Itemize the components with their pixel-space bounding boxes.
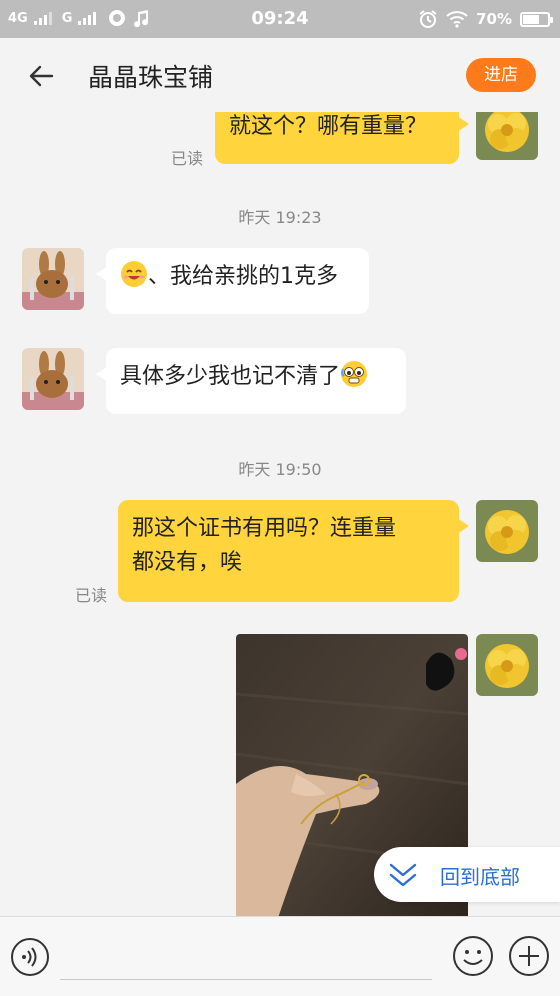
- message-text-line: 都没有，唉: [132, 550, 243, 575]
- my-avatar[interactable]: [476, 500, 538, 562]
- flower-avatar-image: [476, 112, 538, 160]
- flower-avatar-image: [476, 500, 538, 562]
- chat-area[interactable]: 就这个？哪有重量？ 已读 昨天 19:23 、我给亲挑的1克多 具体多少我也记不…: [0, 112, 560, 916]
- read-receipt: 已读: [75, 586, 108, 605]
- shop-avatar[interactable]: [22, 348, 84, 410]
- plus-icon[interactable]: [508, 935, 550, 977]
- message-input[interactable]: [60, 979, 432, 980]
- shop-avatar[interactable]: [22, 248, 84, 310]
- message-text: 具体多少我也记不清了: [120, 364, 341, 389]
- wifi-icon: [446, 11, 468, 28]
- enter-shop-button[interactable]: 进店: [466, 58, 536, 92]
- system-indicators: 70%: [418, 9, 553, 29]
- message-bubble-incoming[interactable]: 具体多少我也记不清了: [96, 348, 406, 414]
- message-timestamp: 昨天 19:23: [238, 208, 322, 227]
- my-avatar[interactable]: [476, 112, 538, 160]
- message-text: 、我给亲挑的1克多: [148, 264, 338, 289]
- input-bar: [0, 916, 560, 996]
- message-bubble-incoming[interactable]: 、我给亲挑的1克多: [96, 248, 369, 314]
- rabbit-avatar-image: [22, 248, 84, 310]
- status-bar: 4G G 09:24 70%: [0, 0, 560, 38]
- message-bubble-outgoing[interactable]: 就这个？哪有重量？: [215, 112, 469, 164]
- message-bubble-outgoing[interactable]: 那这个证书有用吗？连重量 都没有，唉: [118, 500, 469, 602]
- back-to-bottom-label: 回到底部: [440, 865, 520, 889]
- message-timestamp: 昨天 19:50: [238, 460, 322, 479]
- smiling-emoji-icon: [121, 261, 147, 287]
- rabbit-avatar-image: [22, 348, 84, 410]
- message-text-line: 那这个证书有用吗？连重量: [132, 516, 397, 541]
- chat-header: 晶晶珠宝铺 进店: [0, 38, 560, 112]
- back-arrow-icon[interactable]: [22, 56, 62, 96]
- shop-title: 晶晶珠宝铺: [88, 63, 214, 92]
- battery-icon: [520, 11, 553, 27]
- message-text: 就这个？哪有重量？: [229, 114, 428, 139]
- voice-icon[interactable]: [10, 937, 50, 977]
- my-avatar[interactable]: [476, 634, 538, 696]
- alarm-icon: [419, 10, 437, 28]
- read-receipt: 已读: [171, 149, 204, 168]
- double-chevron-down-icon: [389, 863, 417, 887]
- nervous-emoji-icon: [341, 361, 368, 387]
- battery-percent: 70%: [476, 10, 512, 28]
- emoji-icon[interactable]: [452, 935, 494, 977]
- back-to-bottom-button[interactable]: 回到底部: [374, 847, 560, 902]
- flower-avatar-image: [476, 634, 538, 696]
